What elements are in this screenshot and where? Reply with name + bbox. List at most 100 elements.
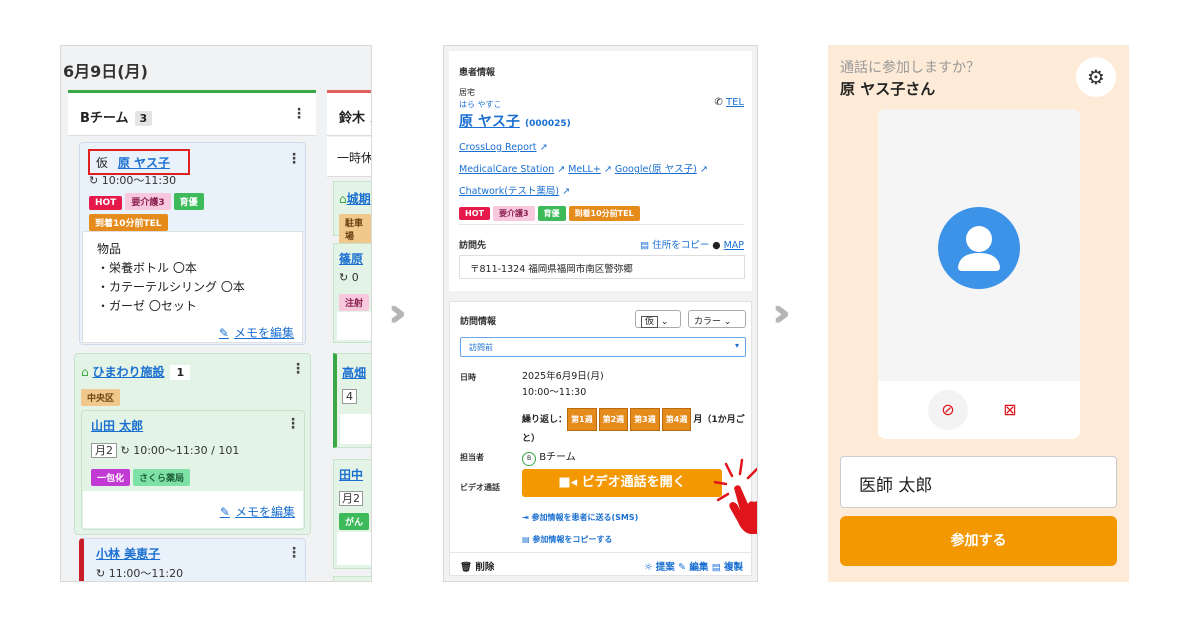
duplicate-icon: ▤ (711, 562, 721, 573)
column-sub: 一時休 (327, 137, 371, 177)
repeat-label: 繰り返し： (522, 415, 568, 425)
patient-id: (000025) (524, 119, 571, 129)
tag-injection: 注射 (339, 294, 370, 311)
visit-card[interactable]: 小林 美恵子 ⋮ ↻ 11:00〜11:20 (79, 538, 306, 581)
visit-card[interactable]: 高畑 4 (333, 353, 371, 448)
memo-line: ・カテーテルシリング 〇本 (97, 280, 245, 294)
facility-count: 1 (170, 365, 191, 380)
tag-tel: 到着10分前TEL (89, 214, 168, 231)
temp-select[interactable]: 仮 ⌄ (635, 310, 681, 328)
day-badge: 月2 (91, 443, 117, 458)
gear-icon[interactable]: ⚙ (1076, 57, 1116, 97)
delete-button[interactable]: 削除 (475, 562, 494, 573)
camera-off-icon[interactable]: ⊠ (990, 390, 1030, 430)
patient-link[interactable]: 篠原 (339, 252, 363, 266)
edit-button[interactable]: 編集 (689, 562, 708, 573)
temp-label: 仮 (96, 156, 109, 170)
staff-label: 担当者 (460, 453, 484, 462)
patient-link[interactable]: 田中 (339, 468, 363, 482)
external-link-icon: ↗ (557, 164, 566, 175)
staff-avatar-icon: B (522, 452, 536, 466)
visit-time: 10:00〜11:30 / 101 (133, 444, 240, 457)
video-camera-icon: ■◂ (558, 475, 578, 490)
tag-parking: 駐車場 (339, 214, 371, 244)
copy-info-link[interactable]: 参加情報をコピーする (532, 535, 612, 544)
join-button[interactable]: 参加する (840, 516, 1117, 566)
map-pin-icon: ● (712, 240, 721, 251)
patient-name: 原 ヤス子さん (840, 80, 936, 98)
patient-kana: はら やすこ (459, 100, 502, 109)
patient-link[interactable]: 小林 美恵子 (96, 547, 160, 561)
week-badge: 第1週 (567, 408, 597, 431)
facility-link[interactable]: ひまわり施設 (92, 365, 164, 379)
patient-link[interactable]: 原 ヤス子 (118, 156, 170, 170)
send-sms-link[interactable]: 参加情報を患者に送る(SMS) (532, 513, 639, 522)
video-label: ビデオ通話 (460, 483, 500, 492)
suggest-button[interactable]: 提案 (656, 562, 675, 573)
phone-icon: ✆ (714, 97, 723, 108)
memo-line: ・栄養ボトル 〇本 (97, 261, 197, 275)
pencil-icon: ✎ (218, 326, 229, 340)
open-video-call-button[interactable]: ■◂ ビデオ通話を開く (522, 469, 722, 497)
schedule-board: 6月9日(月) Bチーム 3 ⋮ 鈴木 ス 一時休 仮 原 ヤス子 ⋮ ↻ 10:… (60, 45, 372, 582)
visit-card[interactable]: 山田 太郎 ⋮ 月2 ↻ 10:00〜11:30 / 101 一包化 さくら薬局 … (81, 410, 305, 530)
crosslog-link[interactable]: CrossLog Report (459, 142, 537, 153)
area-tag: 中央区 (81, 389, 121, 406)
address-field: 〒811-1324 福岡県福岡市南区警弥郷 (459, 255, 745, 279)
visit-card[interactable]: 篠原 ↻ 0 注射 (333, 243, 371, 343)
week-badge: 第4週 (661, 408, 692, 431)
section-title: 訪問先 (459, 241, 487, 251)
tag-pharmacy: さくら薬局 (133, 469, 191, 486)
column-menu-icon[interactable]: ⋮ (292, 106, 306, 122)
copy-address-button[interactable]: 住所をコピー (652, 240, 709, 251)
memo-title: 物品 (97, 242, 122, 256)
join-question: 通話に参加しますか？ (840, 60, 980, 76)
edit-memo-link[interactable]: メモを編集 (234, 326, 294, 340)
status-select[interactable]: 訪問前 ▾ (460, 337, 746, 357)
tag-packaging: 一包化 (91, 469, 131, 486)
join-call-panel: 通話に参加しますか？ 原 ヤス子さん ⚙ ⊘ ⊠ 医師 太郎 参加する (828, 45, 1129, 582)
home-icon: ⌂ (339, 192, 347, 206)
column-header-suzuki: 鈴木 ス (327, 90, 371, 136)
name-input[interactable]: 医師 太郎 (840, 456, 1117, 508)
medicalcare-link[interactable]: MedicalCare Station (459, 164, 554, 175)
tel-link[interactable]: TEL (726, 97, 744, 108)
patient-link[interactable]: 高畑 (342, 366, 366, 380)
lightbulb-icon: ☼ (643, 562, 653, 573)
facility-link[interactable]: 城期 (347, 192, 371, 206)
external-link-icon: ↗ (562, 186, 571, 197)
card-menu-icon[interactable]: ⋮ (286, 416, 300, 432)
mell-link[interactable]: MeLL+ (568, 164, 601, 175)
card-menu-icon[interactable]: ⋮ (287, 545, 301, 561)
facility-menu-icon[interactable]: ⋮ (291, 361, 305, 377)
team-count: 3 (134, 111, 153, 126)
team-name: Bチーム (80, 111, 129, 126)
patient-name-link[interactable]: 原 ヤス子 (459, 114, 520, 130)
visit-time: 10:00〜11:30 (522, 387, 587, 398)
repeat-icon: ↻ (89, 174, 99, 187)
day-badge: 月2 (339, 491, 363, 506)
day-badge: 4 (342, 389, 357, 404)
chatwork-link[interactable]: Chatwork(テスト薬局) (459, 186, 559, 197)
pencil-icon: ✎ (219, 505, 230, 519)
visit-card[interactable]: 田中 月2 がん (333, 459, 371, 569)
visit-info-section: 訪問情報 仮 ⌄ カラー ⌄ 訪問前 ▾ 日時 2025年6月9日(月) 10:0… (449, 301, 752, 576)
memo-box: 物品 ・栄養ボトル 〇本 ・カテーテルシリング 〇本 ・ガーゼ 〇セット ✎ メ… (82, 231, 303, 343)
visit-card[interactable]: 仮 原 ヤス子 ⋮ ↻ 10:00〜11:30 HOT 要介護3 育優 到着10分前… (79, 142, 306, 345)
chevron-down-icon: ⌄ (723, 317, 732, 327)
send-icon: ⇥ (522, 513, 529, 522)
patient-link[interactable]: 山田 太郎 (91, 419, 143, 433)
google-link[interactable]: Google(原 ヤス子) (615, 164, 697, 175)
section-title: 訪問情報 (460, 317, 497, 327)
pointer-hand-icon (714, 458, 757, 534)
card-menu-icon[interactable]: ⋮ (287, 151, 301, 167)
duplicate-button[interactable]: 複製 (724, 562, 743, 573)
home-icon: ⌂ (81, 365, 89, 379)
column-partial: ⌂城期 駐車場 篠原 ↻ 0 注射 高畑 4 田中 月2 がん 城南 (333, 181, 371, 581)
pencil-icon: ✎ (678, 562, 687, 573)
edit-memo-link[interactable]: メモを編集 (235, 505, 295, 519)
tag-care: 要介護3 (125, 193, 171, 210)
map-link[interactable]: MAP (724, 240, 744, 251)
mic-off-icon[interactable]: ⊘ (928, 390, 968, 430)
color-select[interactable]: カラー ⌄ (688, 310, 746, 328)
